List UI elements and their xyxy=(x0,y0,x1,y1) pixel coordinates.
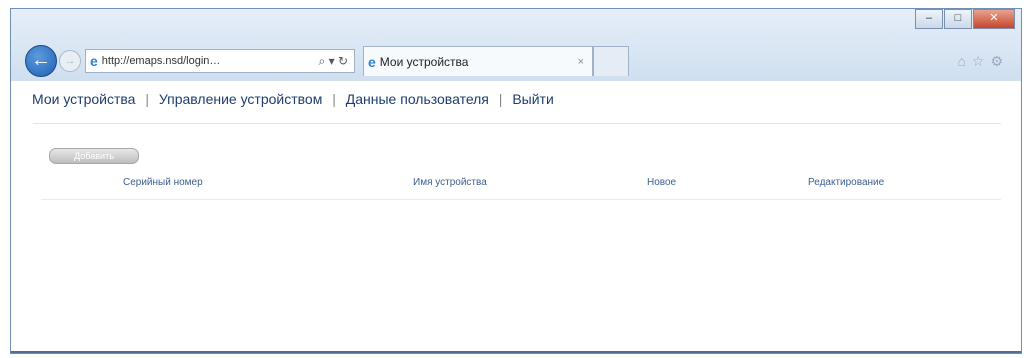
close-button[interactable]: ✕ xyxy=(973,9,1015,29)
new-tab-button[interactable] xyxy=(593,46,629,76)
ie-logo-icon: e xyxy=(90,53,98,69)
nav-separator: | xyxy=(498,91,503,107)
nav-separator: | xyxy=(145,91,149,107)
table-header-divider xyxy=(41,199,1001,200)
nav-item-logout[interactable]: Выйти xyxy=(512,91,553,107)
divider xyxy=(33,123,1001,124)
forward-arrow-icon[interactable]: → xyxy=(59,50,81,72)
column-device-name[interactable]: Имя устройства xyxy=(413,177,487,188)
address-controls[interactable]: ⌕ ▾ ↻ xyxy=(319,54,348,69)
column-new[interactable]: Новое xyxy=(647,177,676,188)
maximize-button[interactable]: □ xyxy=(944,9,972,29)
add-device-button[interactable]: Добавить xyxy=(49,148,139,164)
table-header: Серийный номер Имя устройства Новое Реда… xyxy=(51,177,991,195)
nav-item-my-devices[interactable]: Мои устройства xyxy=(32,91,135,107)
address-bar[interactable]: e http://emaps.nsd/login… ⌕ ▾ ↻ xyxy=(85,49,355,73)
top-navigation: Мои устройства | Управление устройством … xyxy=(32,91,554,107)
browser-titlebar: – □ ✕ ← → e http://emaps.nsd/login… ⌕ ▾ … xyxy=(11,9,1021,81)
tab-title: Мои устройства xyxy=(379,54,469,69)
page-content: Мои устройства | Управление устройством … xyxy=(11,81,1021,353)
back-arrow-icon[interactable]: ← xyxy=(25,45,57,77)
tab-active[interactable]: e Мои устройства × xyxy=(363,46,593,76)
address-url[interactable]: http://emaps.nsd/login… xyxy=(102,55,319,67)
nav-separator: | xyxy=(332,91,336,107)
nav-item-device-management[interactable]: Управление устройством xyxy=(159,91,322,107)
column-serial-number[interactable]: Серийный номер xyxy=(123,177,203,188)
tab-close-icon[interactable]: × xyxy=(578,56,584,68)
minimize-button[interactable]: – xyxy=(915,9,943,29)
browser-window: – □ ✕ ← → e http://emaps.nsd/login… ⌕ ▾ … xyxy=(10,8,1022,354)
toolbar-icons[interactable]: ⌂☆⚙ xyxy=(957,53,1009,70)
ie-tab-icon: e xyxy=(368,53,376,70)
column-editing[interactable]: Редактирование xyxy=(808,177,884,188)
nav-item-user-data[interactable]: Данные пользователя xyxy=(346,91,489,107)
window-bottom-border xyxy=(11,351,1021,353)
window-controls: – □ ✕ xyxy=(914,9,1015,29)
